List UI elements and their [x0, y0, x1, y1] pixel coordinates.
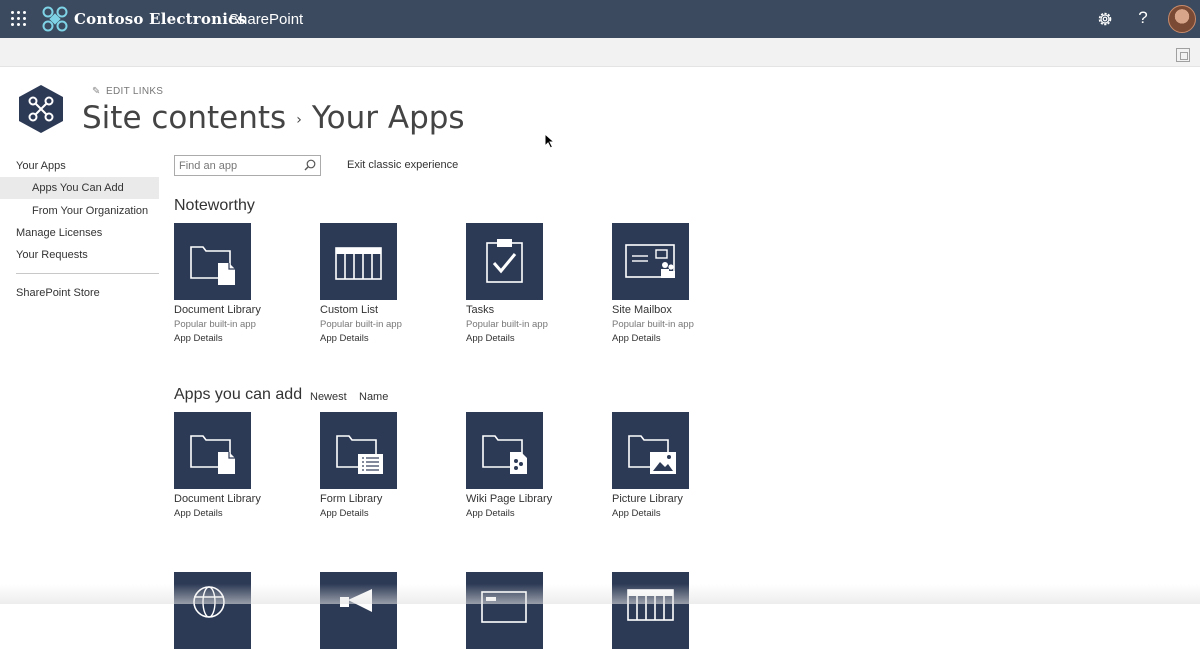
tile-name[interactable]: Form Library: [320, 493, 450, 505]
app-details-link[interactable]: App Details: [320, 508, 450, 519]
tile-name[interactable]: Tasks: [466, 304, 596, 316]
ribbon-bar: [0, 38, 1200, 67]
tile-picture-library[interactable]: Picture Library App Details: [612, 412, 742, 519]
help-icon[interactable]: ?: [1136, 8, 1150, 28]
site-logo-icon[interactable]: [18, 84, 64, 134]
sort-name[interactable]: Name: [359, 391, 388, 403]
nav-item-manage-licenses[interactable]: Manage Licenses: [16, 227, 102, 239]
apps-you-can-add-heading: Apps you can add: [174, 386, 303, 403]
nav-item-from-your-organization[interactable]: From Your Organization: [32, 205, 148, 217]
find-app-search: [174, 155, 321, 176]
custom-list-icon[interactable]: [320, 223, 397, 300]
search-input[interactable]: [175, 156, 300, 175]
app-details-link[interactable]: App Details: [612, 508, 742, 519]
nav-item-sharepoint-store[interactable]: SharePoint Store: [16, 287, 100, 299]
tile-subtitle: Popular built-in app: [320, 319, 402, 330]
nav-item-apps-you-can-add[interactable]: Apps You Can Add: [32, 182, 124, 194]
tile-wiki-page-library[interactable]: Wiki Page Library App Details: [466, 412, 596, 519]
search-icon[interactable]: [304, 159, 316, 171]
bottom-fade: [0, 584, 1200, 604]
breadcrumb-site-contents[interactable]: Site contents: [82, 100, 286, 136]
tile-noteworthy-custom-list[interactable]: Custom List Popular built-in app App Det…: [320, 223, 450, 344]
edit-links[interactable]: ✎ EDIT LINKS: [92, 86, 163, 97]
noteworthy-heading: Noteworthy: [174, 197, 255, 214]
app-details-link[interactable]: App Details: [320, 333, 450, 344]
focus-content-icon[interactable]: [1176, 48, 1190, 62]
site-mailbox-icon[interactable]: [612, 223, 689, 300]
app-details-link[interactable]: App Details: [612, 333, 742, 344]
app-launcher-icon[interactable]: [10, 10, 28, 28]
settings-gear-icon[interactable]: [1096, 10, 1114, 28]
exit-classic-link[interactable]: Exit classic experience: [347, 159, 458, 171]
tile-noteworthy-document-library[interactable]: Document Library Popular built-in app Ap…: [174, 223, 304, 344]
document-library-icon[interactable]: [174, 412, 251, 489]
app-details-link[interactable]: App Details: [466, 333, 596, 344]
brand-name[interactable]: Contoso Electronics: [74, 10, 246, 28]
tile-form-library[interactable]: Form Library App Details: [320, 412, 450, 519]
breadcrumb-separator: ›: [296, 111, 302, 128]
tile-name[interactable]: Picture Library: [612, 493, 742, 505]
tile-document-library[interactable]: Document Library App Details: [174, 412, 304, 519]
tile-noteworthy-site-mailbox[interactable]: Site Mailbox Popular built-in app App De…: [612, 223, 742, 344]
wiki-page-library-icon[interactable]: [466, 412, 543, 489]
nav-item-your-requests[interactable]: Your Requests: [16, 249, 88, 261]
tile-name[interactable]: Document Library: [174, 304, 304, 316]
document-library-icon[interactable]: [174, 223, 251, 300]
page-title: Site contents › Your Apps: [82, 100, 465, 136]
tile-name[interactable]: Document Library: [174, 493, 304, 505]
sort-newest[interactable]: Newest: [310, 391, 347, 403]
app-details-link[interactable]: App Details: [174, 333, 304, 344]
suite-bar: Contoso Electronics SharePoint ?: [0, 0, 1200, 38]
tile-subtitle: Popular built-in app: [174, 319, 256, 330]
contoso-logo-icon[interactable]: [42, 6, 68, 32]
edit-links-label: EDIT LINKS: [106, 86, 164, 97]
suite-app-name[interactable]: SharePoint: [229, 11, 303, 28]
tile-subtitle: Popular built-in app: [612, 319, 694, 330]
tile-subtitle: Popular built-in app: [466, 319, 548, 330]
app-details-link[interactable]: App Details: [466, 508, 596, 519]
mouse-cursor-icon: [544, 133, 556, 149]
user-avatar[interactable]: [1168, 5, 1196, 33]
tile-name[interactable]: Site Mailbox: [612, 304, 742, 316]
tile-name[interactable]: Wiki Page Library: [466, 493, 596, 505]
nav-item-your-apps[interactable]: Your Apps: [16, 160, 66, 172]
app-details-link[interactable]: App Details: [174, 508, 304, 519]
tile-name[interactable]: Custom List: [320, 304, 450, 316]
breadcrumb-current: Your Apps: [311, 100, 465, 136]
nav-divider: [16, 273, 159, 274]
tile-noteworthy-tasks[interactable]: Tasks Popular built-in app App Details: [466, 223, 596, 344]
picture-library-icon[interactable]: [612, 412, 689, 489]
form-library-icon[interactable]: [320, 412, 397, 489]
pencil-icon: ✎: [92, 86, 101, 97]
tasks-icon[interactable]: [466, 223, 543, 300]
